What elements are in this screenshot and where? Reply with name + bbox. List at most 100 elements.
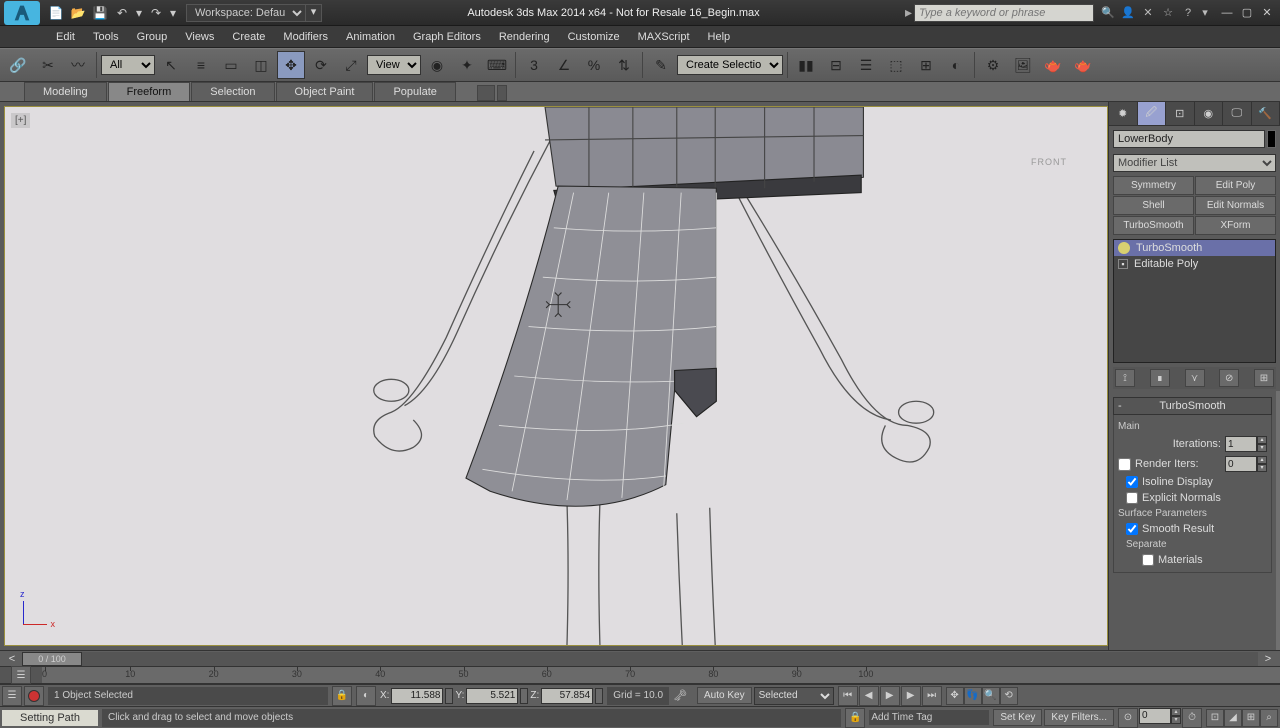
time-next-icon[interactable]: > [1262,653,1274,665]
named-selection[interactable]: Create Selection Se [677,55,783,75]
set-key-button[interactable]: Set Key [993,709,1042,726]
utilities-tab-icon[interactable]: 🔨 [1252,102,1280,125]
configure-sets-icon[interactable]: ⊞ [1254,369,1274,387]
rollout-turbosmooth[interactable]: -TurboSmooth [1113,397,1272,415]
workspace-selector[interactable]: Workspace: Default [186,4,306,22]
save-icon[interactable]: 💾 [90,3,110,23]
auto-key-button[interactable]: Auto Key [697,687,752,704]
select-scale-icon[interactable]: ⤢ [337,51,365,79]
play-icon[interactable]: ▶ [880,686,900,706]
infocenter-search-input[interactable] [914,4,1094,22]
key-mode-toggle-icon[interactable]: ⊙ [1118,708,1138,728]
time-slider-handle[interactable]: 0 / 100 [22,652,82,666]
menu-create[interactable]: Create [224,28,273,46]
maxscript-mini-icon[interactable]: ☰ [2,686,22,706]
mod-shell[interactable]: Shell [1113,196,1194,215]
select-rotate-icon[interactable]: ⟳ [307,51,335,79]
nav-zoom-ext-icon[interactable]: ⌕ [1260,709,1278,727]
key-filters-button[interactable]: Key Filters... [1044,709,1114,726]
panel-scroll[interactable] [1276,391,1280,650]
app-logo[interactable] [4,1,40,25]
select-by-name-icon[interactable]: ≡ [187,51,215,79]
remove-modifier-icon[interactable]: ⊘ [1219,369,1239,387]
keyboard-shortcut-icon[interactable]: ⌨ [483,51,511,79]
favorite-icon[interactable]: ☆ [1160,5,1176,21]
time-ruler[interactable]: 0 10 20 30 40 50 60 70 80 90 100 [42,667,875,683]
search-icon[interactable]: 🔍 [1100,5,1116,21]
key-mode-select[interactable]: Selected [754,687,834,705]
ribbon-minimize-icon[interactable] [477,85,495,101]
stack-item-editable-poly[interactable]: ▪ Editable Poly [1114,256,1275,272]
modify-tab-icon[interactable]: 🖉 [1138,102,1167,125]
edit-named-sel-icon[interactable]: ✎ [647,51,675,79]
minimize-button[interactable]: ― [1218,5,1236,21]
display-tab-icon[interactable]: 🖵 [1223,102,1252,125]
nav-pan-icon[interactable]: ✥ [946,687,964,705]
layers-icon[interactable]: ☰ [852,51,880,79]
viewport-corner-label[interactable]: [+] [11,113,30,128]
menu-graph-editors[interactable]: Graph Editors [405,28,489,46]
window-crossing-icon[interactable]: ◫ [247,51,275,79]
spin-down-icon[interactable]: ▾ [1257,464,1267,472]
key-mode-icon[interactable]: 🗝 [673,689,693,702]
spin-up-icon[interactable]: ▴ [1171,708,1181,716]
create-tab-icon[interactable]: ✹ [1109,102,1138,125]
materials-check[interactable] [1142,554,1154,566]
time-config-icon[interactable]: ⏱ [1182,708,1202,728]
render-iters-check[interactable] [1118,458,1131,471]
menu-customize[interactable]: Customize [560,28,628,46]
unlink-icon[interactable]: ✂ [34,51,62,79]
render-setup-icon[interactable]: ⚙ [979,51,1007,79]
menu-animation[interactable]: Animation [338,28,403,46]
curve-editor-icon[interactable]: ⬚ [882,51,910,79]
spinner-snap-icon[interactable]: ⇅ [610,51,638,79]
maximize-button[interactable]: ▢ [1238,5,1256,21]
maxscript-rec-icon[interactable] [24,686,44,706]
goto-start-icon[interactable]: ⏮ [838,686,858,706]
help-drop-icon[interactable]: ▾ [1200,5,1210,21]
select-object-icon[interactable]: ↖ [157,51,185,79]
undo-icon[interactable]: ↶ [112,3,132,23]
mod-edit-normals[interactable]: Edit Normals [1195,196,1276,215]
nav-zoom-icon[interactable]: 🔍 [982,687,1000,705]
pivot-center-icon[interactable]: ◉ [423,51,451,79]
menu-maxscript[interactable]: MAXScript [630,28,698,46]
signin-icon[interactable]: 👤 [1120,5,1136,21]
rect-region-icon[interactable]: ▭ [217,51,245,79]
setting-path-button[interactable]: Setting Path [2,710,98,726]
time-slider-track[interactable]: 0 / 100 [22,652,1258,666]
ribbon-drop-icon[interactable] [497,85,507,101]
modifier-stack[interactable]: TurboSmooth ▪ Editable Poly [1113,239,1276,363]
selection-filter[interactable]: All [101,55,155,75]
goto-end-icon[interactable]: ⏭ [922,686,942,706]
menu-rendering[interactable]: Rendering [491,28,558,46]
time-tag[interactable]: Add Time Tag [869,710,989,725]
mirror-icon[interactable]: ▮▮ [792,51,820,79]
coord-z-input[interactable] [541,688,593,704]
viewcube-front[interactable]: FRONT [1031,157,1067,167]
explicit-normals-check[interactable] [1126,492,1138,504]
isolate-icon[interactable]: ◐ [356,686,376,706]
spin-up-icon[interactable]: ▴ [1257,436,1267,444]
bind-spacewarp-icon[interactable]: 〰 [64,51,92,79]
nav-zoom-all-icon[interactable]: ⊡ [1206,709,1224,727]
nav-fov-icon[interactable]: ◢ [1224,709,1242,727]
ref-coord-system[interactable]: View [367,55,421,75]
render-iters-input[interactable] [1225,456,1257,472]
pin-stack-icon[interactable]: ⟟ [1115,369,1135,387]
menu-views[interactable]: Views [177,28,222,46]
align-icon[interactable]: ⊟ [822,51,850,79]
hierarchy-tab-icon[interactable]: ⊡ [1166,102,1195,125]
menu-group[interactable]: Group [129,28,176,46]
tab-modeling[interactable]: Modeling [24,82,107,101]
mod-edit-poly[interactable]: Edit Poly [1195,176,1276,195]
mod-turbosmooth[interactable]: TurboSmooth [1113,216,1194,235]
exchange-icon[interactable]: ✕ [1140,5,1156,21]
menu-edit[interactable]: Edit [48,28,83,46]
tab-populate[interactable]: Populate [374,82,455,101]
coord-x-input[interactable] [391,688,443,704]
render-iterative-icon[interactable]: 🫖 [1069,51,1097,79]
stack-item-turbosmooth[interactable]: TurboSmooth [1114,240,1275,256]
tab-object-paint[interactable]: Object Paint [276,82,374,101]
tab-selection[interactable]: Selection [191,82,274,101]
